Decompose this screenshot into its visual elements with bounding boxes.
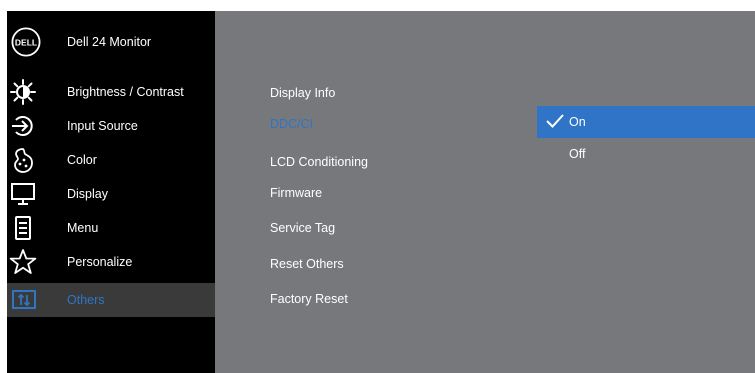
- choice-off[interactable]: Off: [537, 138, 755, 170]
- color-icon: [14, 148, 33, 173]
- menu-item-label: Personalize: [67, 255, 133, 269]
- menu-item-label: Brightness / Contrast: [67, 85, 184, 99]
- menu-item-menu[interactable]: Menu: [7, 211, 215, 245]
- menu-icon: [15, 216, 31, 240]
- main-menu-panel: DELL Dell 24 Monitor Brightness / Contra…: [7, 11, 215, 373]
- option-ddc-ci[interactable]: DDC/CI: [270, 117, 313, 131]
- menu-item-others[interactable]: Others: [7, 283, 215, 317]
- osd-header: DELL Dell 24 Monitor: [7, 11, 215, 73]
- menu-item-label: Menu: [67, 221, 99, 235]
- menu-item-personalize[interactable]: Personalize: [7, 245, 215, 279]
- input-source-icon: [12, 116, 33, 136]
- others-icon: [12, 290, 36, 309]
- menu-item-display[interactable]: Display: [7, 177, 215, 211]
- checkmark-icon: [546, 114, 564, 128]
- osd-window: DELL Dell 24 Monitor Brightness / Contra…: [7, 11, 755, 373]
- choice-label: On: [569, 115, 586, 129]
- dell-logo-text: DELL: [15, 37, 37, 47]
- option-firmware[interactable]: Firmware: [270, 186, 322, 200]
- menu-item-label: Display: [67, 187, 108, 201]
- display-icon: [11, 183, 35, 205]
- menu-item-input-source[interactable]: Input Source: [7, 109, 215, 143]
- option-lcd-conditioning[interactable]: LCD Conditioning: [270, 155, 368, 169]
- menu-item-label: Color: [67, 153, 97, 167]
- brightness-icon: [10, 79, 36, 105]
- menu-item-brightness-contrast[interactable]: Brightness / Contrast: [7, 75, 215, 109]
- dell-logo: DELL: [11, 27, 41, 57]
- choice-on[interactable]: On: [537, 106, 755, 138]
- option-service-tag[interactable]: Service Tag: [270, 221, 335, 235]
- star-icon: [9, 249, 37, 274]
- choice-label: Off: [569, 147, 586, 161]
- menu-item-label: Others: [67, 293, 105, 307]
- option-factory-reset[interactable]: Factory Reset: [270, 292, 348, 306]
- monitor-title: Dell 24 Monitor: [67, 35, 152, 49]
- option-display-info[interactable]: Display Info: [270, 86, 335, 100]
- menu-item-label: Input Source: [67, 119, 138, 133]
- menu-item-color[interactable]: Color: [7, 143, 215, 177]
- option-reset-others[interactable]: Reset Others: [270, 257, 344, 271]
